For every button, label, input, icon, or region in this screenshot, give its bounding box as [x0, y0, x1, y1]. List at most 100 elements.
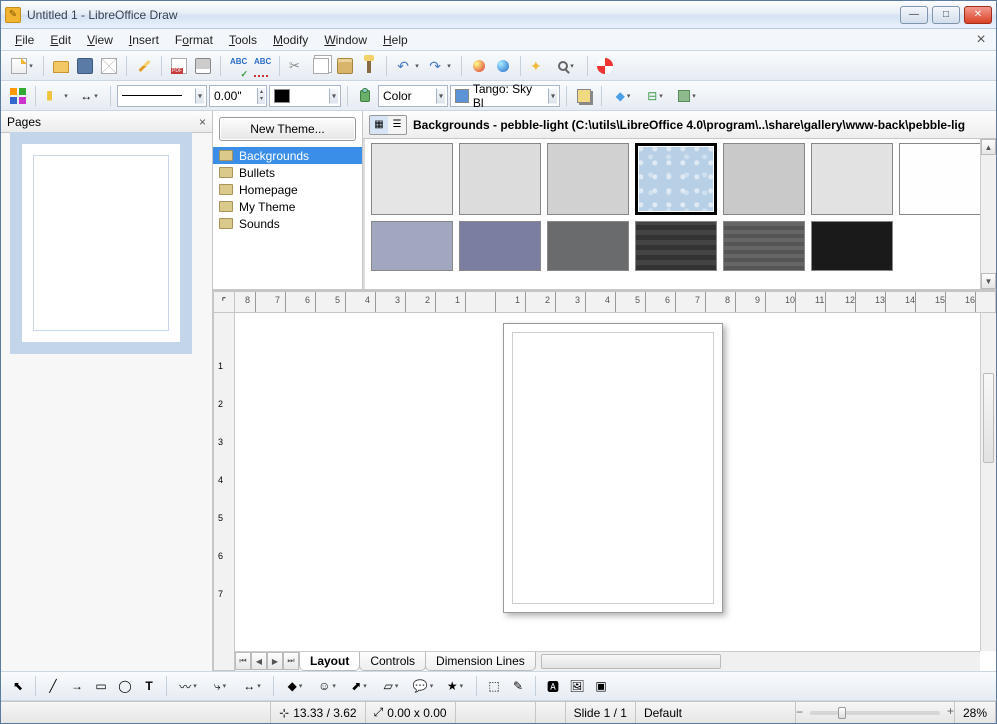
line-style-combo[interactable] [117, 85, 207, 107]
undo-button[interactable] [393, 55, 423, 77]
theme-item-bullets[interactable]: Bullets [213, 164, 362, 181]
menu-help[interactable]: Help [375, 31, 416, 49]
extrusion-tool[interactable]: ▣ [590, 675, 612, 697]
zoom-button[interactable] [551, 55, 581, 77]
copy-button[interactable] [310, 55, 332, 77]
menu-window[interactable]: Window [316, 31, 375, 49]
page[interactable] [503, 323, 723, 613]
maximize-button[interactable]: □ [932, 6, 960, 24]
texture-tile[interactable] [459, 221, 541, 271]
pages-panel-close-icon[interactable]: × [199, 115, 206, 129]
crop-button[interactable]: ◆ [608, 85, 638, 107]
horizontal-ruler[interactable]: 8765432112345678910111213141516 [235, 291, 996, 313]
menu-insert[interactable]: Insert [121, 31, 167, 49]
fill-mode-combo[interactable]: Color [378, 85, 448, 107]
tab-nav-buttons[interactable]: ⏮ ◀ ▶ ⏭ [235, 652, 299, 671]
fill-value-combo[interactable]: Tango: Sky Bl [450, 85, 560, 107]
gallery-view-toggle[interactable]: ▦ ☰ [369, 115, 407, 135]
prev-tab-icon[interactable]: ◀ [251, 652, 267, 670]
texture-tile[interactable] [547, 221, 629, 271]
texture-tile[interactable] [811, 143, 893, 215]
line-tool[interactable]: ╱ [42, 675, 64, 697]
tab-layout[interactable]: Layout [299, 652, 360, 671]
scroll-up-icon[interactable]: ▲ [981, 139, 996, 155]
hyperlink-button[interactable] [492, 55, 514, 77]
tab-controls[interactable]: Controls [359, 652, 426, 671]
email-button[interactable] [98, 55, 120, 77]
format-paintbrush-button[interactable] [358, 55, 380, 77]
zoom-slider[interactable] [796, 702, 955, 723]
grid-toggle-button[interactable] [7, 85, 29, 107]
last-tab-icon[interactable]: ⏭ [283, 652, 299, 670]
gallery-scrollbar[interactable]: ▲ ▼ [980, 139, 996, 289]
arrow-tool[interactable]: → [66, 675, 88, 697]
new-doc-button[interactable] [7, 55, 37, 77]
chart-button[interactable] [468, 55, 490, 77]
theme-item-sounds[interactable]: Sounds [213, 215, 362, 232]
page-thumbnail[interactable]: 1 [11, 143, 202, 343]
spellcheck-button[interactable]: ABC [227, 55, 249, 77]
theme-item-mytheme[interactable]: My Theme [213, 198, 362, 215]
flowcharts-tool[interactable]: ▱ [376, 675, 406, 697]
connectors-tool[interactable]: ⤷ [205, 675, 235, 697]
menu-format[interactable]: Format [167, 31, 221, 49]
open-button[interactable] [50, 55, 72, 77]
vertical-scrollbar[interactable] [980, 313, 996, 651]
theme-list[interactable]: Backgrounds Bullets Homepage My Theme So… [213, 147, 362, 289]
vertical-ruler[interactable]: 1234567 [213, 313, 235, 671]
fontwork-tool[interactable]: 🅰 [542, 675, 564, 697]
rect-tool[interactable]: ▭ [90, 675, 112, 697]
cut-button[interactable] [286, 55, 308, 77]
new-theme-button[interactable]: New Theme... [219, 117, 356, 141]
drawing-canvas[interactable]: ⏮ ◀ ▶ ⏭ Layout Controls Dimension Lines [235, 313, 996, 671]
tab-dimension-lines[interactable]: Dimension Lines [425, 652, 536, 671]
texture-tile[interactable] [723, 221, 805, 271]
horizontal-scrollbar[interactable] [541, 652, 980, 671]
glue-points-button[interactable] [42, 85, 72, 107]
list-view-icon[interactable]: ☰ [388, 116, 406, 134]
gallery-grid[interactable]: ▲ ▼ [363, 139, 996, 289]
arrange-button[interactable] [672, 85, 702, 107]
text-tool[interactable]: T [138, 675, 160, 697]
stars-tool[interactable]: ★ [440, 675, 470, 697]
icon-view-icon[interactable]: ▦ [370, 116, 388, 134]
minimize-button[interactable]: — [900, 6, 928, 24]
zoom-value[interactable]: 28% [955, 702, 996, 723]
menu-file[interactable]: File [7, 31, 42, 49]
texture-tile[interactable] [371, 221, 453, 271]
next-tab-icon[interactable]: ▶ [267, 652, 283, 670]
area-fill-button[interactable] [354, 85, 376, 107]
menu-view[interactable]: View [79, 31, 121, 49]
close-button[interactable]: ✕ [964, 6, 992, 24]
line-width-spinner[interactable]: 0.00" [209, 85, 267, 107]
help-button[interactable] [594, 55, 616, 77]
texture-tile[interactable] [899, 143, 981, 215]
block-arrows-tool[interactable]: ⬈ [344, 675, 374, 697]
symbol-shapes-tool[interactable]: ☺ [312, 675, 342, 697]
close-document-icon[interactable]: × [972, 31, 990, 49]
points-tool[interactable]: ⬚ [483, 675, 505, 697]
export-pdf-button[interactable] [168, 55, 190, 77]
menu-edit[interactable]: Edit [42, 31, 79, 49]
texture-tile[interactable] [635, 221, 717, 271]
texture-tile[interactable] [459, 143, 541, 215]
align-button[interactable]: ⊟ [640, 85, 670, 107]
line-color-combo[interactable] [269, 85, 341, 107]
gluepoints-tool[interactable]: ✎ [507, 675, 529, 697]
redo-button[interactable] [425, 55, 455, 77]
theme-item-backgrounds[interactable]: Backgrounds [213, 147, 362, 164]
shadow-button[interactable] [573, 85, 595, 107]
curves-tool[interactable]: 〰 [173, 675, 203, 697]
paste-button[interactable] [334, 55, 356, 77]
save-button[interactable] [74, 55, 96, 77]
first-tab-icon[interactable]: ⏮ [235, 652, 251, 670]
callouts-tool[interactable]: 💬 [408, 675, 438, 697]
menu-modify[interactable]: Modify [265, 31, 316, 49]
texture-tile[interactable] [371, 143, 453, 215]
arrow-style-button[interactable]: ↔ [74, 85, 104, 107]
select-tool[interactable]: ⬉ [7, 675, 29, 697]
edit-button[interactable] [133, 55, 155, 77]
menu-tools[interactable]: Tools [221, 31, 265, 49]
autospell-button[interactable]: ABC [251, 55, 273, 77]
navigator-button[interactable] [527, 55, 549, 77]
